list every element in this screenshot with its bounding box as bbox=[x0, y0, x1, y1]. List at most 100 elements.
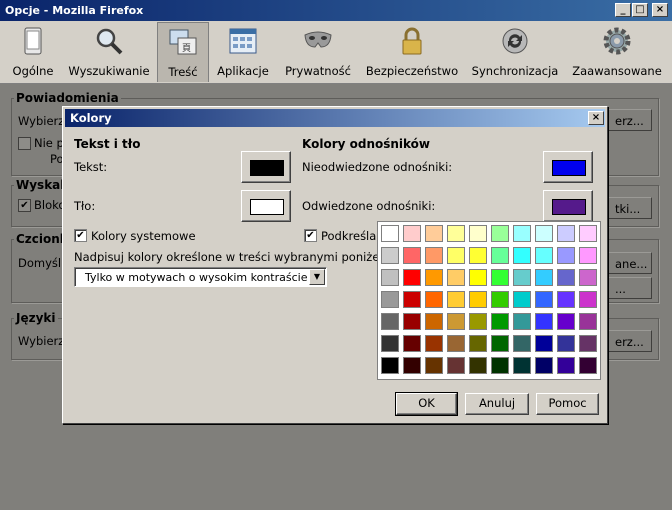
color-swatch-cell[interactable] bbox=[425, 291, 443, 308]
color-swatch-cell[interactable] bbox=[447, 291, 465, 308]
color-swatch-cell[interactable] bbox=[469, 313, 487, 330]
color-swatch-cell[interactable] bbox=[513, 335, 531, 352]
color-swatch-cell[interactable] bbox=[579, 225, 597, 242]
maximize-button[interactable]: □ bbox=[632, 3, 648, 17]
chevron-down-icon[interactable]: ▼ bbox=[309, 269, 325, 285]
color-swatch-cell[interactable] bbox=[557, 335, 575, 352]
color-swatch-cell[interactable] bbox=[403, 357, 421, 374]
popups-checkbox[interactable]: ✔ bbox=[18, 199, 31, 212]
color-swatch-cell[interactable] bbox=[557, 357, 575, 374]
color-swatch-cell[interactable] bbox=[513, 357, 531, 374]
tab-advanced[interactable]: Zaawansowane bbox=[570, 22, 664, 82]
popups-button[interactable]: tki... bbox=[608, 197, 652, 219]
notifications-button[interactable]: erz... bbox=[608, 109, 652, 131]
tab-applications[interactable]: Aplikacje bbox=[214, 22, 272, 82]
color-swatch-cell[interactable] bbox=[513, 225, 531, 242]
tab-sync[interactable]: Synchronizacja bbox=[470, 22, 560, 82]
color-swatch-cell[interactable] bbox=[403, 313, 421, 330]
color-swatch-cell[interactable] bbox=[491, 335, 509, 352]
color-swatch-cell[interactable] bbox=[403, 247, 421, 264]
color-swatch-cell[interactable] bbox=[513, 313, 531, 330]
color-swatch-cell[interactable] bbox=[381, 335, 399, 352]
tab-security[interactable]: Bezpieczeństwo bbox=[364, 22, 460, 82]
color-swatch-cell[interactable] bbox=[469, 225, 487, 242]
override-colors-dropdown[interactable]: Tylko w motywach o wysokim kontraście ▼ bbox=[74, 267, 327, 287]
background-color-button[interactable] bbox=[241, 190, 291, 222]
color-swatch-cell[interactable] bbox=[381, 247, 399, 264]
dialog-close-button[interactable]: × bbox=[588, 111, 604, 125]
text-color-button[interactable] bbox=[241, 151, 291, 183]
visited-links-color-button[interactable] bbox=[543, 190, 593, 222]
color-swatch-cell[interactable] bbox=[469, 269, 487, 286]
color-swatch-cell[interactable] bbox=[535, 335, 553, 352]
color-swatch-cell[interactable] bbox=[557, 225, 575, 242]
color-swatch-cell[interactable] bbox=[469, 335, 487, 352]
color-swatch-cell[interactable] bbox=[425, 269, 443, 286]
color-swatch-cell[interactable] bbox=[491, 225, 509, 242]
unvisited-links-color-button[interactable] bbox=[543, 151, 593, 183]
tab-content[interactable]: 頁 Treść bbox=[157, 22, 209, 82]
help-button[interactable]: Pomoc bbox=[536, 393, 599, 415]
color-swatch-cell[interactable] bbox=[557, 313, 575, 330]
color-swatch-cell[interactable] bbox=[579, 357, 597, 374]
color-swatch-cell[interactable] bbox=[513, 269, 531, 286]
dialog-title-bar[interactable]: Kolory × bbox=[65, 109, 605, 127]
color-swatch-cell[interactable] bbox=[447, 335, 465, 352]
color-swatch-cell[interactable] bbox=[579, 247, 597, 264]
color-swatch-cell[interactable] bbox=[381, 313, 399, 330]
color-swatch-cell[interactable] bbox=[403, 335, 421, 352]
window-title-bar[interactable]: Opcje - Mozilla Firefox _ □ × bbox=[0, 0, 672, 21]
color-swatch-cell[interactable] bbox=[447, 357, 465, 374]
color-swatch-cell[interactable] bbox=[381, 357, 399, 374]
color-swatch-cell[interactable] bbox=[447, 247, 465, 264]
color-swatch-cell[interactable] bbox=[579, 269, 597, 286]
color-swatch-cell[interactable] bbox=[579, 291, 597, 308]
color-swatch-cell[interactable] bbox=[513, 247, 531, 264]
color-swatch-cell[interactable] bbox=[447, 225, 465, 242]
tab-search[interactable]: Wyszukiwanie bbox=[66, 22, 152, 82]
color-swatch-cell[interactable] bbox=[557, 291, 575, 308]
color-swatch-cell[interactable] bbox=[513, 291, 531, 308]
ok-button[interactable]: OK bbox=[395, 392, 458, 416]
close-window-button[interactable]: × bbox=[652, 3, 668, 17]
underline-links-checkbox[interactable]: ✔ bbox=[304, 229, 317, 242]
color-swatch-cell[interactable] bbox=[425, 247, 443, 264]
color-swatch-cell[interactable] bbox=[491, 269, 509, 286]
system-colors-checkbox[interactable]: ✔ bbox=[74, 229, 87, 242]
color-swatch-cell[interactable] bbox=[535, 269, 553, 286]
color-swatch-cell[interactable] bbox=[469, 291, 487, 308]
color-swatch-cell[interactable] bbox=[557, 247, 575, 264]
fonts-advanced-button[interactable]: ... bbox=[608, 277, 652, 299]
color-swatch-cell[interactable] bbox=[491, 357, 509, 374]
color-swatch-cell[interactable] bbox=[557, 269, 575, 286]
color-swatch-cell[interactable] bbox=[491, 291, 509, 308]
color-swatch-cell[interactable] bbox=[535, 225, 553, 242]
color-swatch-cell[interactable] bbox=[535, 357, 553, 374]
color-swatch-cell[interactable] bbox=[381, 269, 399, 286]
color-swatch-cell[interactable] bbox=[403, 225, 421, 242]
color-swatch-cell[interactable] bbox=[535, 291, 553, 308]
color-swatch-cell[interactable] bbox=[403, 291, 421, 308]
color-swatch-cell[interactable] bbox=[381, 225, 399, 242]
color-swatch-cell[interactable] bbox=[579, 313, 597, 330]
color-swatch-cell[interactable] bbox=[425, 357, 443, 374]
color-swatch-cell[interactable] bbox=[469, 247, 487, 264]
color-swatch-cell[interactable] bbox=[381, 291, 399, 308]
color-swatch-cell[interactable] bbox=[403, 269, 421, 286]
color-swatch-cell[interactable] bbox=[469, 357, 487, 374]
tab-general[interactable]: Ogólne bbox=[6, 22, 60, 82]
color-swatch-cell[interactable] bbox=[425, 335, 443, 352]
color-swatch-cell[interactable] bbox=[491, 313, 509, 330]
color-swatch-cell[interactable] bbox=[579, 335, 597, 352]
fonts-colors-button[interactable]: ane... bbox=[608, 252, 652, 274]
tab-privacy[interactable]: Prywatność bbox=[280, 22, 356, 82]
minimize-button[interactable]: _ bbox=[615, 3, 631, 17]
color-swatch-cell[interactable] bbox=[447, 313, 465, 330]
color-swatch-cell[interactable] bbox=[447, 269, 465, 286]
languages-button[interactable]: erz... bbox=[608, 330, 652, 352]
color-swatch-cell[interactable] bbox=[425, 313, 443, 330]
cancel-button[interactable]: Anuluj bbox=[465, 393, 529, 415]
color-swatch-cell[interactable] bbox=[535, 313, 553, 330]
color-swatch-cell[interactable] bbox=[491, 247, 509, 264]
color-swatch-cell[interactable] bbox=[425, 225, 443, 242]
